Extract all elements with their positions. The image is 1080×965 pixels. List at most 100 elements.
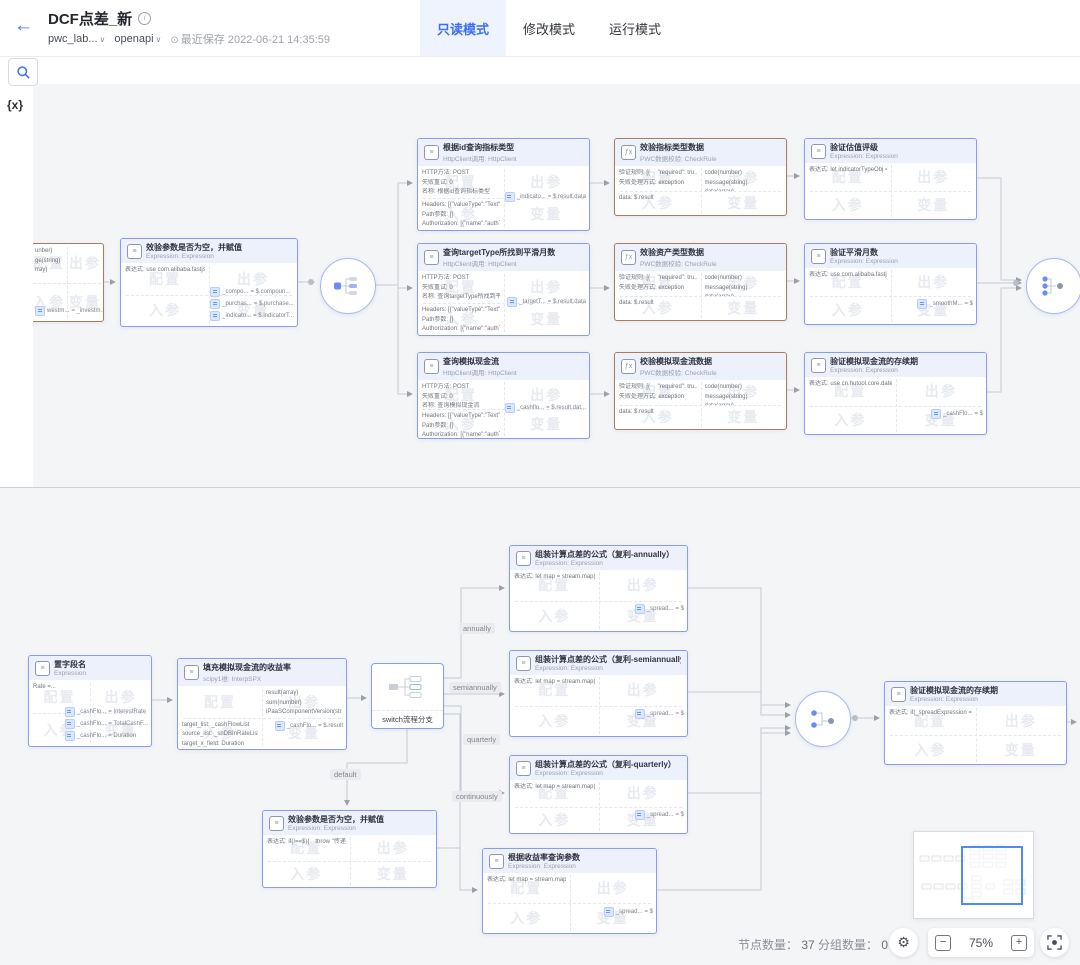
flow-node-fill-yield[interactable]: ≡填充模拟现金流的收益率scipy1维: InterpSPX配置出参入参变量ta… [177, 658, 347, 750]
variable-badge-icon [917, 299, 927, 309]
node-config: 验证规则: [{ "required": tru...失败处理方式: excep… [615, 271, 701, 296]
expression-icon: ≡ [516, 761, 531, 776]
tab-mode-0[interactable]: 只读模式 [420, 0, 506, 56]
expression-icon: ≡ [811, 358, 826, 373]
toolbar-strip [0, 56, 1080, 84]
node-config: HTTP方法: POST失败重试: 0名称: 根据id查询指标类型Connect… [418, 166, 504, 198]
search-icon [16, 65, 31, 80]
node-outputs: code(number)message(string)data(array) [701, 166, 787, 191]
node-outputs: result(array)sum(number)iPaaSComponentVe… [262, 686, 346, 718]
node-subtitle: scipy1维: InterpSPX [203, 673, 291, 683]
http-icon: ≡ [424, 250, 439, 265]
node-title: 置字段名 [54, 659, 86, 670]
node-title: 查询targetType所找到平滑月数 [443, 247, 555, 258]
edge-label-quarterly: quarterly [463, 734, 500, 745]
node-config: 表达式: let indicatorTypeObj = _i... [805, 163, 891, 191]
flow-node-formula-annually[interactable]: ≡组装计算点差的公式（复利-annually）Expression: Expre… [509, 545, 688, 632]
page-title: DCF点差_新 [48, 8, 132, 29]
flow-node-verify-duration-bottom[interactable]: ≡验证模拟现金流的存续期Expression: Expression配置出参入参… [884, 681, 1067, 765]
group-node-hub-merge-top[interactable] [1026, 258, 1080, 314]
variable-badge-icon [635, 604, 645, 614]
merge-icon [808, 707, 838, 731]
node-config: 验证规则: [{ "required": tru...失败处理方式: excep… [615, 380, 701, 405]
back-button[interactable]: ← [14, 16, 33, 35]
merge-icon [1040, 275, 1068, 297]
info-icon[interactable]: i [138, 12, 151, 25]
variable-badge-icon [505, 192, 515, 202]
flow-node-check-params-assign[interactable]: ≡效验参数是否为空，并赋值Expression: Expression配置出参入… [120, 238, 298, 327]
quadrant-watermark: 入参 [832, 300, 864, 320]
mode-tabs: 只读模式修改模式运行模式 [420, 0, 678, 56]
flow-node-verify-smooth-months[interactable]: ≡验证平滑月数Expression: Expression配置出参入参变量表达式… [804, 243, 977, 325]
quadrant-watermark: 出参 [627, 575, 659, 595]
flow-node-query-by-yield[interactable]: ≡根据收益率查询参数Expression: Expression配置出参入参变量… [482, 848, 657, 934]
node-subtitle: HttpClient调用: HttpClient [443, 153, 517, 163]
flow-node-set-field-names[interactable]: ≡置字段名Expression配置出参入参变量Rate =..._cashFlo… [28, 655, 152, 747]
quadrant-watermark: 变量 [727, 193, 759, 213]
flow-node-http-sim-cashflow[interactable]: ≡查询模拟现金流HttpClient调用: HttpClient配置出参入参变量… [417, 352, 590, 439]
variable-badge-icon [507, 297, 517, 307]
node-subtitle: Expression: Expression [508, 863, 580, 870]
node-title: 验证估值评级 [830, 142, 898, 153]
node-config: 表达式: use com.alibaba.fastjson... [121, 263, 209, 295]
quadrant-watermark: 出参 [627, 680, 659, 700]
node-subtitle: Expression: Expression [830, 258, 898, 265]
quadrant-watermark: 变量 [530, 204, 562, 224]
group-node-hub-merge-bottom[interactable] [795, 691, 851, 747]
quadrant-watermark: 入参 [510, 908, 542, 928]
expression-icon: ≡ [35, 661, 50, 676]
flow-node-http-target-type[interactable]: ≡ 查询targetType所找到平滑月数HttpClient调用: HttpCl… [417, 243, 590, 336]
flow-node-param-check-left[interactable]: 配置出参入参变量unber)ge(string)rray)westm...= _… [30, 243, 104, 322]
zoom-out-button[interactable]: − [935, 935, 951, 951]
zoom-in-button[interactable]: + [1011, 935, 1027, 951]
zoom-level: 75% [969, 936, 993, 950]
switch-node[interactable]: switch流程分支 [371, 663, 444, 729]
node-subtitle: PWC数据校验: CheckRule [640, 258, 717, 268]
flow-node-check-cashflow-data[interactable]: ƒx校验模拟现金流数据PWC数据校验: CheckRule配置出参入参变量验证规… [614, 352, 787, 430]
variable-badge-icon [210, 311, 220, 321]
node-subtitle: Expression [54, 670, 86, 677]
api-selector[interactable]: openapi∨ [114, 33, 161, 45]
fit-view-button[interactable] [1040, 928, 1069, 957]
node-count: 节点数量： 37 [738, 936, 815, 953]
expression-icon: ≡ [811, 144, 826, 159]
node-config-2: data: $.result [615, 191, 701, 216]
quadrant-watermark: 入参 [538, 711, 570, 731]
http-icon: ≡ [424, 145, 439, 160]
switch-node-label: switch流程分支 [372, 710, 443, 728]
variables-label: {x} [7, 98, 23, 112]
node-config: 表达式: let map = stream.map()... [483, 873, 570, 903]
node-config-2: data: $.result [615, 405, 701, 430]
node-title: 效验参数是否为空，并赋值 [146, 242, 242, 253]
env-selector[interactable]: pwc_lab...∨ [48, 33, 105, 45]
node-config-2: data: $.result [615, 296, 701, 321]
flow-node-http-indicator-type[interactable]: ≡根据id查询指标类型HttpClient调用: HttpClient配置出参入… [417, 138, 590, 231]
search-button[interactable] [8, 58, 38, 86]
variable-badge-icon [635, 810, 645, 820]
quadrant-watermark: 变量 [530, 309, 562, 329]
minimap[interactable] [913, 831, 1034, 919]
node-title: 验证模拟现金流的存续期 [910, 685, 998, 696]
variable-badge-icon [604, 907, 614, 917]
flow-node-verify-valuation[interactable]: ≡验证估值评级Expression: Expression配置出参入参变量表达式… [804, 138, 977, 220]
node-config: HTTP方法: POST失败重试: 0名称: 查询targetType所找到平滑… [418, 271, 504, 303]
node-subtitle: HttpClient调用: HttpClient [443, 258, 555, 268]
status-bar: 节点数量： 37 分组数量： 0 ⚙ − 75% + [0, 928, 1080, 960]
flow-node-check-asset-data[interactable]: ƒx效验资产类型数据PWC数据校验: CheckRule配置出参入参变量验证规则… [614, 243, 787, 321]
zoom-controls: − 75% + [928, 928, 1034, 957]
flow-node-formula-quarterly[interactable]: ≡组装计算点差的公式（复利-quarterly）Expression: Expr… [509, 755, 688, 834]
flow-node-verify-duration-top[interactable]: ≡验证模拟现金流的存续期Expression: Expression配置出参入参… [804, 352, 987, 435]
quadrant-watermark: 出参 [105, 687, 137, 707]
flow-node-formula-semiannually[interactable]: ≡组装计算点差的公式（复利-semiannually）Expression: E… [509, 650, 688, 737]
tab-mode-2[interactable]: 运行模式 [592, 0, 678, 56]
settings-button[interactable]: ⚙ [889, 928, 918, 957]
group-node-hub-split[interactable] [320, 258, 376, 314]
minimap-viewport[interactable] [961, 846, 1023, 905]
tab-mode-1[interactable]: 修改模式 [506, 0, 592, 56]
flow-designer-app: 配置出参入参变量unber)ge(string)rray)westm...= _… [0, 0, 1080, 965]
flow-node-check-indicator-data[interactable]: ƒx效验指标类型数据PWC数据校验: CheckRule配置出参入参变量验证规则… [614, 138, 787, 216]
flow-node-check-params-bottom[interactable]: ≡效验参数是否为空，并赋值Expression: Expression配置出参入… [262, 810, 437, 888]
quadrant-watermark: 出参 [627, 783, 659, 803]
http-icon: ≡ [424, 359, 439, 374]
node-subtitle: Expression: Expression [535, 770, 676, 777]
